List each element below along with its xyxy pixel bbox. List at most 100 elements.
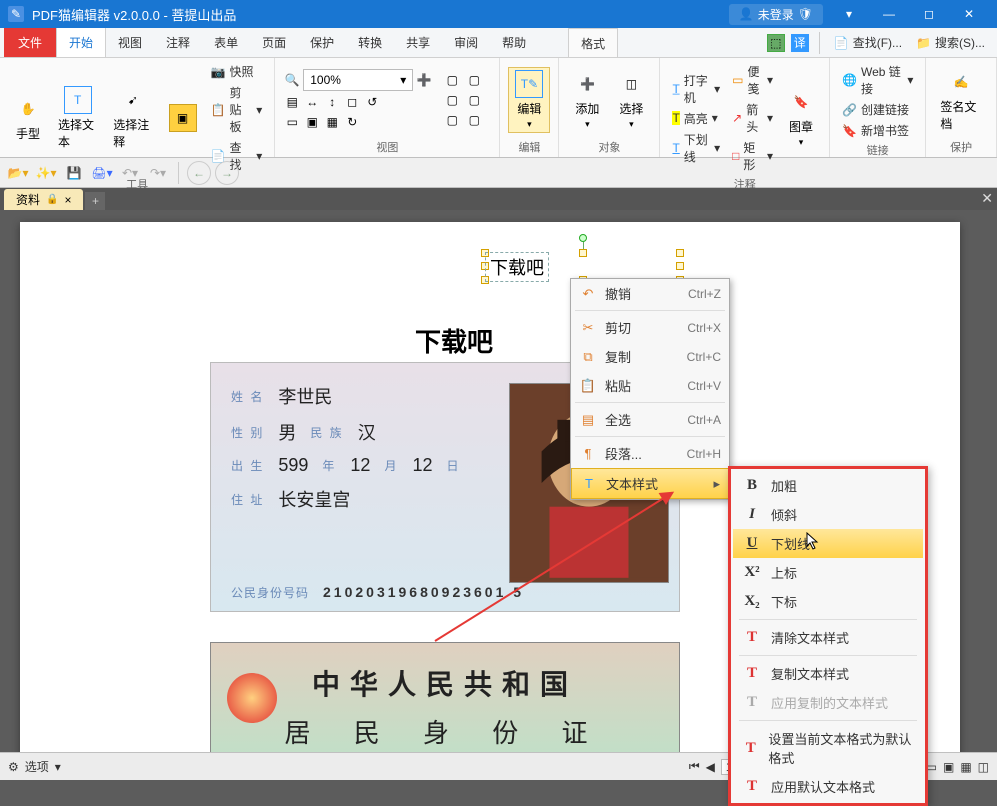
typewriter-tool[interactable]: T̲打字机▾	[668, 71, 724, 107]
highlight-tool[interactable]: T高亮▾	[668, 109, 724, 128]
cm-paste[interactable]: 📋粘贴Ctrl+V	[571, 371, 729, 400]
sm-sup[interactable]: X²上标	[733, 558, 923, 587]
layout-6-icon[interactable]: ▢	[465, 111, 483, 129]
first-page-icon[interactable]: ⏮	[689, 759, 700, 774]
rotate-handle[interactable]	[579, 234, 587, 242]
undo-icon[interactable]: ↶▾	[118, 161, 142, 185]
new-icon[interactable]: ✨▾	[34, 161, 58, 185]
arrow-tool[interactable]: ↗箭头▾	[728, 100, 777, 136]
sm-copy-style[interactable]: T复制文本样式	[733, 659, 923, 688]
gear-icon[interactable]: ⚙	[8, 760, 19, 774]
resize-handle[interactable]	[676, 262, 684, 270]
view-2-icon[interactable]: ▣	[303, 113, 321, 131]
options-label[interactable]: 选项	[25, 758, 49, 775]
search-action[interactable]: 📁搜索(S)...	[912, 33, 989, 52]
resize-handle[interactable]	[579, 249, 587, 257]
rect-tool[interactable]: □矩形▾	[728, 138, 777, 174]
dropdown-button[interactable]: ▾	[829, 0, 869, 28]
print-icon[interactable]: 🖨▾	[90, 161, 114, 185]
add-bookmark[interactable]: 🔖新增书签	[838, 121, 917, 140]
zoom-out-icon[interactable]: 🔍	[283, 71, 301, 89]
sm-italic[interactable]: I倾斜	[733, 500, 923, 529]
rotate-right-icon[interactable]: ↻	[343, 113, 361, 131]
tab-form[interactable]: 表单	[202, 28, 250, 57]
cm-copy[interactable]: ⧉复制Ctrl+C	[571, 342, 729, 371]
fit-page-icon[interactable]: ▤	[283, 93, 301, 111]
user-status[interactable]: 👤 未登录 🛡	[729, 4, 823, 25]
tab-share[interactable]: 共享	[394, 28, 442, 57]
file-menu[interactable]: 文件	[4, 28, 56, 57]
sm-clear[interactable]: T清除文本样式	[733, 623, 923, 652]
open-icon[interactable]: 📂▾	[6, 161, 30, 185]
layout-5-icon[interactable]: ▢	[465, 91, 483, 109]
sm-sub[interactable]: X₂下标	[733, 587, 923, 616]
selected-text-box[interactable]: 下载吧	[485, 252, 549, 282]
underline-tool[interactable]: T下划线▾	[668, 130, 724, 166]
web-link[interactable]: 🌐Web 链接▾	[838, 62, 917, 98]
translate-icon[interactable]: 译	[791, 34, 809, 52]
fit-height-icon[interactable]: ↕	[323, 93, 341, 111]
add-object[interactable]: ➕添加▾	[567, 68, 607, 132]
redo-icon[interactable]: ↷▾	[146, 161, 170, 185]
layout-3-icon[interactable]: ▢	[443, 111, 461, 129]
sm-set-default[interactable]: T设置当前文本格式为默认格式	[733, 724, 923, 772]
tab-format[interactable]: 格式	[568, 28, 618, 57]
tab-convert[interactable]: 转换	[346, 28, 394, 57]
tab-view[interactable]: 视图	[106, 28, 154, 57]
sm-bold[interactable]: B加粗	[733, 471, 923, 500]
tab-help[interactable]: 帮助	[490, 28, 538, 57]
layout-2-icon[interactable]: ▢	[443, 91, 461, 109]
close-all-tabs[interactable]: ✕	[981, 190, 993, 207]
add-tab-button[interactable]: +	[85, 192, 105, 210]
rotate-left-icon[interactable]: ↺	[363, 93, 381, 111]
cursor-icon	[806, 532, 820, 550]
zoom-in-icon[interactable]: ➕	[415, 71, 433, 89]
tab-page[interactable]: 页面	[250, 28, 298, 57]
close-button[interactable]: ✕	[949, 0, 989, 28]
document-tab[interactable]: 资料 🔒 ×	[4, 189, 83, 210]
cm-undo[interactable]: ↶撤销Ctrl+Z	[571, 279, 729, 308]
cm-select-all[interactable]: ▤全选Ctrl+A	[571, 405, 729, 434]
tab-protect[interactable]: 保护	[298, 28, 346, 57]
clipboard-tool[interactable]: 📋剪贴板▾	[207, 83, 267, 136]
select-object[interactable]: ◫选择▾	[611, 68, 651, 132]
minimize-button[interactable]: —	[869, 0, 909, 28]
layout-status-4-icon[interactable]: ◫	[978, 760, 989, 774]
sign-doc[interactable]: ✍签名文档	[934, 66, 988, 134]
layout-status-3-icon[interactable]: ▦	[960, 760, 971, 774]
view-1-icon[interactable]: ▭	[283, 113, 301, 131]
nav-back-icon[interactable]: ←	[187, 161, 211, 185]
cm-paragraph[interactable]: ¶段落...Ctrl+H	[571, 439, 729, 468]
tab-review[interactable]: 审阅	[442, 28, 490, 57]
sm-underline[interactable]: U下划线	[733, 529, 923, 558]
edit-button[interactable]: T✎编辑▾	[508, 67, 550, 133]
layout-4-icon[interactable]: ▢	[465, 71, 483, 89]
prev-page-icon[interactable]: ◀	[706, 760, 715, 774]
resize-handle[interactable]	[676, 249, 684, 257]
tab-close-icon[interactable]: ×	[64, 193, 71, 207]
stamp-tool[interactable]: 🔖图章▾	[781, 86, 821, 150]
cm-cut[interactable]: ✂剪切Ctrl+X	[571, 313, 729, 342]
maximize-button[interactable]: ◻	[909, 0, 949, 28]
create-link[interactable]: 🔗创建链接	[838, 100, 917, 119]
layout-status-2-icon[interactable]: ▣	[943, 760, 954, 774]
zoom-input[interactable]: 100%▾	[303, 69, 413, 91]
note-tool[interactable]: ▭便笺▾	[728, 62, 777, 98]
actual-size-icon[interactable]: ◻	[343, 93, 361, 111]
hand-tool[interactable]: ✋手型	[8, 93, 48, 144]
group-tool[interactable]: ▣	[163, 102, 203, 134]
tab-start[interactable]: 开始	[56, 28, 106, 57]
cm-text-style[interactable]: T文本样式▸	[571, 468, 729, 499]
snapshot-tool[interactable]: 📷快照	[207, 62, 267, 81]
find-action[interactable]: 📄查找(F)...	[830, 33, 906, 52]
save-icon[interactable]: 💾	[62, 161, 86, 185]
view-3-icon[interactable]: ▦	[323, 113, 341, 131]
layout-1-icon[interactable]: ▢	[443, 71, 461, 89]
nav-forward-icon[interactable]: →	[215, 161, 239, 185]
sm-apply-default[interactable]: T应用默认文本格式	[733, 772, 923, 801]
arrange-icon[interactable]: ⬚	[767, 34, 785, 52]
select-text-tool[interactable]: T选择文本	[52, 84, 103, 152]
fit-width-icon[interactable]: ↔	[303, 93, 321, 111]
select-annot-tool[interactable]: ➹选择注释	[107, 84, 158, 152]
tab-annot[interactable]: 注释	[154, 28, 202, 57]
